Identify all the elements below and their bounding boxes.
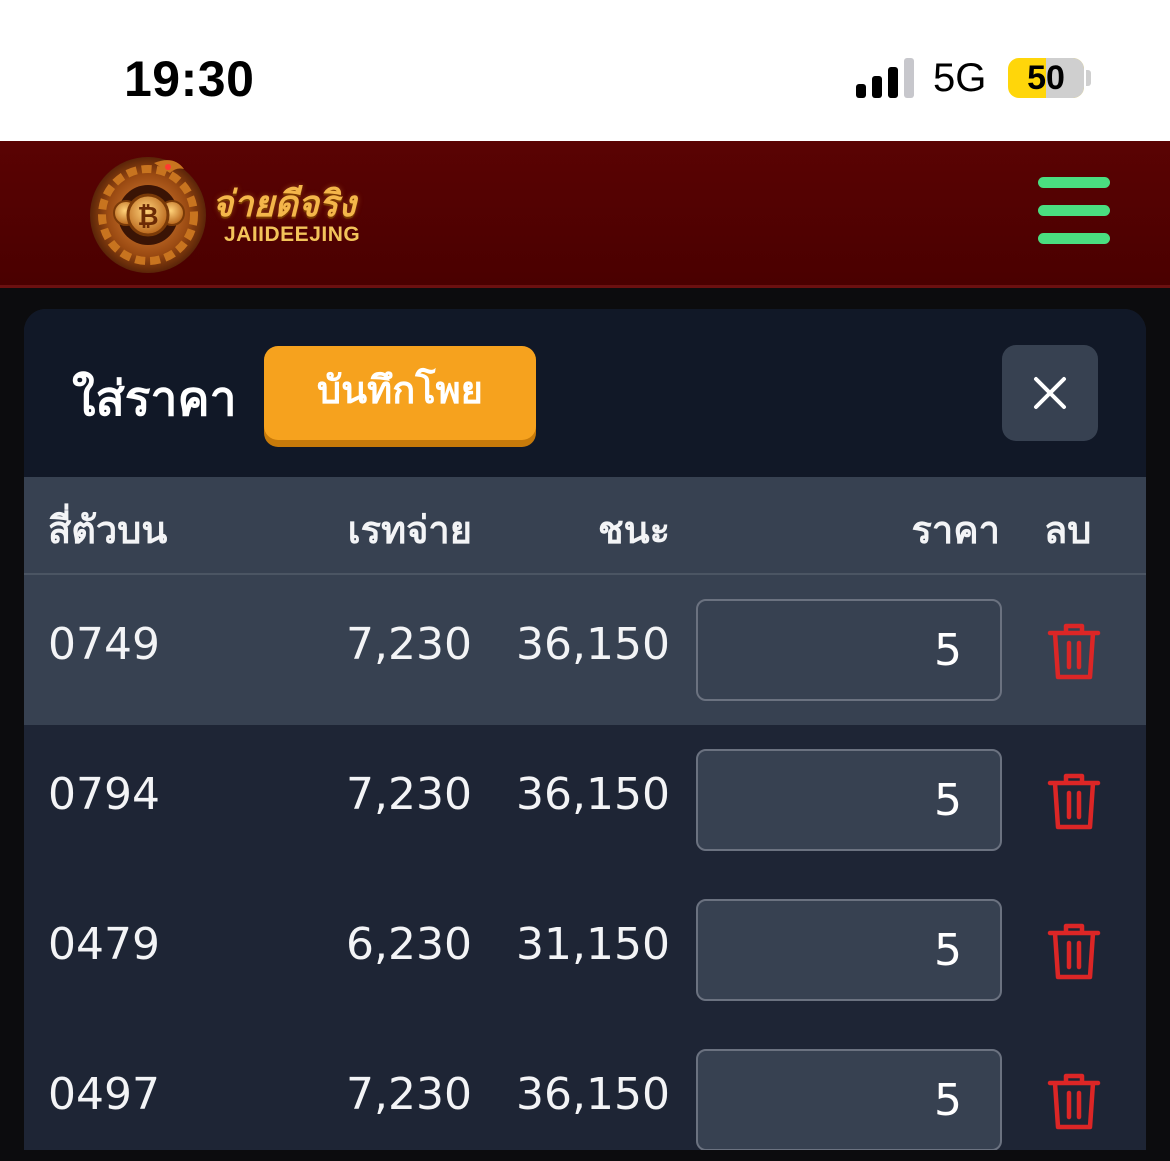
bet-number: 0479 [48,919,160,970]
price-input[interactable] [696,749,1002,851]
delete-button[interactable] [1042,769,1106,833]
bet-number: 0794 [48,769,160,820]
battery-tip [1086,70,1091,86]
payout-rate: 7,230 [346,1069,472,1120]
delete-button[interactable] [1042,1069,1106,1133]
table-row: 0749 7,230 36,150 [24,575,1146,725]
logo-coin-symbol: ₿ [137,202,158,232]
battery-level: 50 [1027,58,1065,97]
column-header-delete: ลบ [1044,508,1092,552]
win-amount: 36,150 [516,619,670,670]
table-header: สี่ตัวบน เรทจ่าย ชนะ ราคา ลบ [24,477,1146,575]
app-header: ₿ จ่ายดีจริง JAIIDEEJING [0,141,1170,288]
table-row: 0497 7,230 36,150 [24,1025,1146,1161]
trash-icon [1047,623,1101,680]
win-amount: 36,150 [516,769,670,820]
payout-rate: 7,230 [346,769,472,820]
win-amount: 36,150 [516,1069,670,1120]
column-header-win: ชนะ [597,508,670,552]
bottom-divider [0,1150,1170,1161]
price-input[interactable] [696,599,1002,701]
signal-icon [856,58,914,98]
brand-name-en: JAIIDEEJING [224,223,361,246]
status-bar: 19:30 5G 50 [0,0,1170,141]
trash-icon [1047,773,1101,830]
delete-button[interactable] [1042,619,1106,683]
close-icon [1034,377,1066,409]
battery-icon: 50 [1008,58,1084,98]
save-slip-button[interactable]: บันทึกโพย [264,346,536,440]
column-header-rate: เรทจ่าย [347,508,472,552]
network-type: 5G [933,56,987,100]
bet-slip-panel: ใส่ราคา บันทึกโพย สี่ตัวบน เรทจ่าย ชนะ ร… [24,309,1146,1161]
bet-number: 0497 [48,1069,160,1120]
trash-icon [1047,923,1101,980]
table-row: 0794 7,230 36,150 [24,725,1146,875]
table-row: 0479 6,230 31,150 [24,875,1146,1025]
bet-number: 0749 [48,619,160,670]
trash-icon [1047,1073,1101,1130]
status-time: 19:30 [124,51,255,107]
price-input[interactable] [696,1049,1002,1151]
column-header-number: สี่ตัวบน [48,508,168,552]
payout-rate: 6,230 [346,919,472,970]
price-input[interactable] [696,899,1002,1001]
close-button[interactable] [1002,345,1098,441]
win-amount: 31,150 [516,919,670,970]
dragon-coin-logo-icon[interactable]: ₿ [84,149,212,277]
menu-button[interactable] [1030,171,1118,251]
payout-rate: 7,230 [346,619,472,670]
delete-button[interactable] [1042,919,1106,983]
bet-rows: 0749 7,230 36,150 0794 7,230 36,150 0479 [24,575,1146,1161]
panel-title: ใส่ราคา [72,371,237,427]
column-header-price: ราคา [911,508,1000,552]
panel-header: ใส่ราคา บันทึกโพย [24,309,1146,477]
